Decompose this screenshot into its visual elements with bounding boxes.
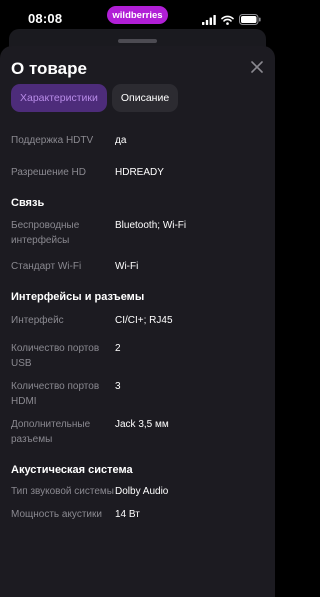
- spec-value: CI/CI+; RJ45: [115, 315, 173, 326]
- site-name: wildberries: [112, 9, 163, 21]
- site-pill[interactable]: wildberries: [107, 6, 168, 24]
- spec-row: Поддержка HDTV да: [11, 133, 261, 148]
- group-title: Связь: [11, 197, 45, 209]
- spec-key: Мощность акустики: [11, 509, 102, 520]
- spec-row: Мощность акустики 14 Вт: [11, 507, 261, 522]
- spec-row: Стандарт Wi-Fi Wi-Fi: [11, 259, 261, 274]
- sheet-title: О товаре: [11, 59, 87, 78]
- status-icons: [202, 12, 261, 30]
- sheet-grabber[interactable]: [118, 39, 157, 43]
- spec-row: Интерфейс CI/CI+; RJ45: [11, 313, 261, 328]
- spec-key: Количество портов HDMI: [11, 381, 100, 407]
- spec-value: Jack 3,5 мм: [115, 419, 169, 430]
- spec-value: 14 Вт: [115, 509, 140, 520]
- specs-list: Поддержка HDTV да Разрешение HD HDREADY …: [11, 126, 261, 522]
- spec-row: Дополнительные разъемы Jack 3,5 мм: [11, 417, 261, 447]
- tabs: Характеристики Описание: [11, 84, 179, 112]
- tab-characteristics[interactable]: Характеристики: [11, 84, 107, 112]
- battery-icon: [239, 12, 261, 30]
- spec-value: да: [115, 135, 127, 146]
- group-title: Интерфейсы и разъемы: [11, 291, 145, 303]
- product-info-sheet: О товаре Характеристики Описание Поддерж…: [0, 46, 275, 597]
- group-title: Акустическая система: [11, 464, 133, 476]
- wifi-icon: [221, 12, 234, 30]
- spec-value: Wi-Fi: [115, 261, 139, 272]
- spec-row: Тип звуковой системы Dolby Audio: [11, 484, 261, 499]
- spec-value: Bluetooth; Wi-Fi: [115, 220, 187, 231]
- spec-key: Количество портов USB: [11, 343, 100, 369]
- spec-key: Беспроводные интерфейсы: [11, 220, 80, 246]
- spec-key: Тип звуковой системы: [11, 486, 114, 497]
- spec-key: Поддержка HDTV: [11, 135, 94, 146]
- spec-row: Количество портов HDMI 3: [11, 379, 261, 409]
- spec-row: Разрешение HD HDREADY: [11, 165, 261, 180]
- spec-value: 2: [115, 343, 121, 354]
- status-time: 08:08: [28, 11, 63, 26]
- spec-value: HDREADY: [115, 167, 164, 178]
- signal-icon: [202, 12, 216, 30]
- spec-row: Количество портов USB 2: [11, 341, 261, 371]
- spec-row: Беспроводные интерфейсы Bluetooth; Wi-Fi: [11, 218, 261, 248]
- tab-label: Характеристики: [20, 92, 98, 104]
- spec-key: Стандарт Wi-Fi: [11, 261, 82, 272]
- spec-key: Дополнительные разъемы: [11, 419, 91, 445]
- tab-description[interactable]: Описание: [111, 84, 179, 112]
- spec-key: Разрешение HD: [11, 167, 86, 178]
- spec-value: 3: [115, 381, 121, 392]
- spec-value: Dolby Audio: [115, 486, 169, 497]
- close-button[interactable]: [248, 60, 266, 78]
- close-icon: [251, 60, 263, 78]
- tab-label: Описание: [120, 92, 170, 104]
- spec-key: Интерфейс: [11, 315, 64, 326]
